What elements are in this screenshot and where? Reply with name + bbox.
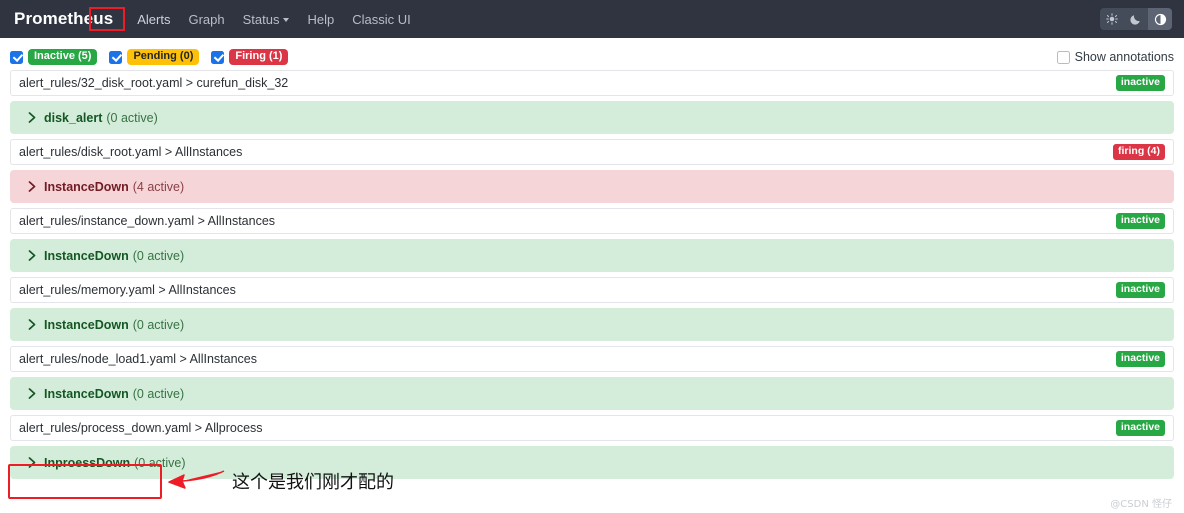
chevron-right-icon <box>28 112 37 123</box>
alert-rule-name: InstanceDown <box>44 386 129 401</box>
filter-inactive-checkbox[interactable] <box>10 50 23 64</box>
alert-group-header[interactable]: alert_rules/node_load1.yaml > AllInstanc… <box>10 346 1174 372</box>
alert-group-file-path: alert_rules/process_down.yaml > Allproce… <box>19 421 263 435</box>
nav-links: Alerts Graph Status Help Classic UI <box>129 8 419 31</box>
nav-link-classic-ui-label: Classic UI <box>352 11 411 27</box>
alert-group-header[interactable]: alert_rules/instance_down.yaml > AllInst… <box>10 208 1174 234</box>
filter-inactive-label: Inactive (5) <box>28 49 98 65</box>
nav-link-graph[interactable]: Graph <box>180 8 232 31</box>
alert-rule-name: InproessDown <box>44 455 131 470</box>
chevron-right-icon <box>28 181 37 192</box>
alert-state-filter-bar: Inactive (5) Pending (0) Firing (1) Show… <box>10 46 1174 68</box>
alert-rule-row[interactable]: InstanceDown (4 active) <box>10 170 1174 203</box>
alert-group-file-path: alert_rules/memory.yaml > AllInstances <box>19 283 236 297</box>
top-navbar: Prometheus Alerts Graph Status Help Clas… <box>0 0 1184 38</box>
alert-group: alert_rules/disk_root.yaml > AllInstance… <box>10 139 1174 203</box>
brand-logo[interactable]: Prometheus <box>14 9 113 29</box>
alert-group: alert_rules/memory.yaml > AllInstances i… <box>10 277 1174 341</box>
alert-group: alert_rules/instance_down.yaml > AllInst… <box>10 208 1174 272</box>
filter-pending[interactable]: Pending (0) <box>109 49 200 65</box>
alert-group-header[interactable]: alert_rules/32_disk_root.yaml > curefun_… <box>10 70 1174 96</box>
chevron-right-icon <box>28 388 37 399</box>
status-badge: inactive <box>1115 75 1165 91</box>
alert-rule-active-count: (0 active) <box>132 317 185 332</box>
alert-rule-row[interactable]: InstanceDown (0 active) <box>10 239 1174 272</box>
show-annotations-toggle[interactable]: Show annotations <box>1056 50 1174 64</box>
status-badge: inactive <box>1115 282 1165 298</box>
alert-group-file-path: alert_rules/node_load1.yaml > AllInstanc… <box>19 352 257 366</box>
filter-pending-checkbox[interactable] <box>109 50 123 64</box>
nav-link-help-label: Help <box>307 11 335 27</box>
half-circle-icon <box>1154 13 1167 26</box>
chevron-right-icon <box>28 457 37 468</box>
nav-link-alerts-label: Alerts <box>137 11 171 27</box>
alert-groups-list: alert_rules/32_disk_root.yaml > curefun_… <box>0 70 1184 479</box>
nav-link-status[interactable]: Status <box>235 8 298 31</box>
show-annotations-label: Show annotations <box>1074 50 1174 64</box>
alert-rule-row[interactable]: InstanceDown (0 active) <box>10 308 1174 341</box>
filter-firing-label: Firing (1) <box>229 49 289 65</box>
filter-firing-checkbox[interactable] <box>211 50 225 64</box>
alert-group-file-path: alert_rules/32_disk_root.yaml > curefun_… <box>19 76 289 90</box>
alert-rule-name: disk_alert <box>44 110 103 125</box>
alert-rule-active-count: (0 active) <box>132 248 185 263</box>
alert-group-file-path: alert_rules/instance_down.yaml > AllInst… <box>19 214 276 228</box>
sun-icon <box>1106 13 1118 25</box>
nav-link-alerts[interactable]: Alerts <box>129 8 178 31</box>
nav-link-classic-ui[interactable]: Classic UI <box>344 8 419 31</box>
alert-rule-row[interactable]: InstanceDown (0 active) <box>10 377 1174 410</box>
alert-rule-active-count: (4 active) <box>132 179 185 194</box>
alert-rule-name: InstanceDown <box>44 248 129 263</box>
theme-auto-button[interactable] <box>1148 8 1172 30</box>
alert-group-header[interactable]: alert_rules/process_down.yaml > Allproce… <box>10 415 1174 441</box>
alert-group-header[interactable]: alert_rules/memory.yaml > AllInstances i… <box>10 277 1174 303</box>
status-badge: firing (4) <box>1113 144 1165 160</box>
theme-light-button[interactable] <box>1100 8 1124 30</box>
theme-dark-button[interactable] <box>1124 8 1148 30</box>
alert-rule-row[interactable]: disk_alert (0 active) <box>10 101 1174 134</box>
alert-group: alert_rules/32_disk_root.yaml > curefun_… <box>10 70 1174 134</box>
annotation-callout-text: 这个是我们刚才配的 <box>232 472 394 493</box>
status-badge: inactive <box>1115 420 1165 436</box>
chevron-down-icon <box>283 18 290 23</box>
nav-link-graph-label: Graph <box>188 11 225 27</box>
theme-toggle-group <box>1100 8 1172 30</box>
alert-group: alert_rules/node_load1.yaml > AllInstanc… <box>10 346 1174 410</box>
alert-rule-active-count: (0 active) <box>132 386 185 401</box>
alert-group-file-path: alert_rules/disk_root.yaml > AllInstance… <box>19 145 243 159</box>
show-annotations-checkbox[interactable] <box>1056 50 1070 64</box>
alert-rule-active-count: (0 active) <box>106 110 158 125</box>
alert-group-header[interactable]: alert_rules/disk_root.yaml > AllInstance… <box>10 139 1174 165</box>
status-badge: inactive <box>1115 351 1165 367</box>
chevron-right-icon <box>28 319 37 330</box>
filter-pending-label: Pending (0) <box>127 49 200 65</box>
filter-firing[interactable]: Firing (1) <box>211 49 289 65</box>
left-arrow-icon <box>168 468 226 494</box>
watermark: @CSDN 怪仔 <box>1110 499 1172 510</box>
nav-link-status-label: Status <box>242 11 280 27</box>
status-badge: inactive <box>1115 213 1165 229</box>
filter-inactive[interactable]: Inactive (5) <box>10 49 98 65</box>
nav-link-help[interactable]: Help <box>299 8 342 31</box>
alert-rule-name: InstanceDown <box>44 179 129 194</box>
moon-icon <box>1130 13 1142 25</box>
chevron-right-icon <box>28 250 37 261</box>
alert-rule-name: InstanceDown <box>44 317 129 332</box>
